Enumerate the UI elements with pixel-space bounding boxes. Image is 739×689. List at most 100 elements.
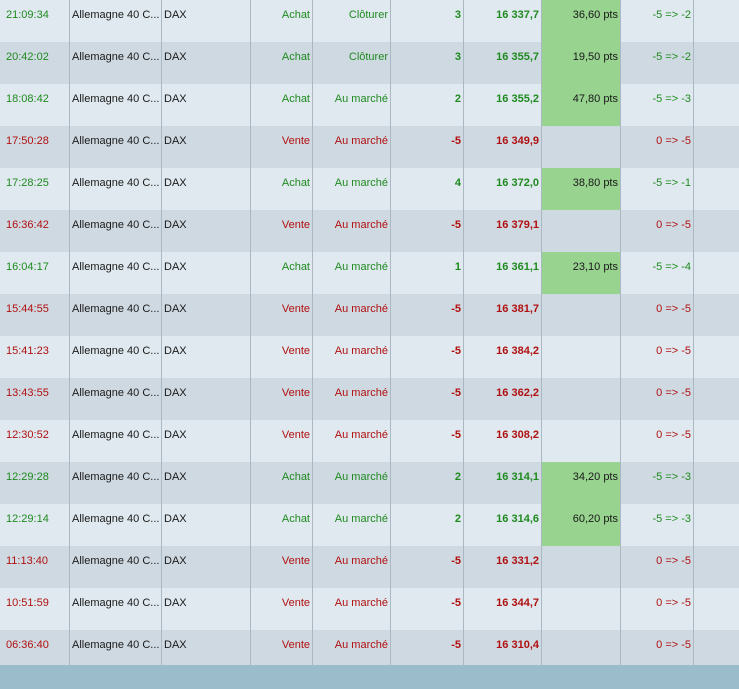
order-type: Clôturer: [313, 42, 391, 84]
order-quantity: 3: [391, 0, 464, 42]
instrument-symbol: DAX: [162, 420, 251, 462]
instrument-symbol: DAX: [162, 546, 251, 588]
instrument-name: Allemagne 40 C...: [70, 168, 162, 210]
table-row[interactable]: 12:29:28 Allemagne 40 C... DAX Achat Au marc…: [0, 462, 739, 504]
order-time: 15:41:23: [0, 336, 70, 378]
row-spacer: [694, 462, 739, 504]
instrument-name: Allemagne 40 C...: [70, 336, 162, 378]
instrument-name: Allemagne 40 C...: [70, 126, 162, 168]
position-change: -5 => -4: [621, 252, 694, 294]
order-time: 12:29:28: [0, 462, 70, 504]
instrument-symbol: DAX: [162, 42, 251, 84]
table-row[interactable]: 11:13:40 Allemagne 40 C... DAX Vente Au marc…: [0, 546, 739, 588]
row-spacer: [694, 126, 739, 168]
order-pnl: [542, 336, 621, 378]
instrument-name: Allemagne 40 C...: [70, 84, 162, 126]
order-type: Au marché: [313, 294, 391, 336]
order-direction: Achat: [251, 168, 313, 210]
table-row[interactable]: 12:30:52 Allemagne 40 C... DAX Vente Au marc…: [0, 420, 739, 462]
row-spacer: [694, 0, 739, 42]
position-change: 0 => -5: [621, 588, 694, 630]
order-quantity: -5: [391, 126, 464, 168]
table-row[interactable]: 16:04:17 Allemagne 40 C... DAX Achat Au marc…: [0, 252, 739, 294]
order-pnl: 23,10 pts: [542, 252, 621, 294]
position-change: 0 => -5: [621, 420, 694, 462]
order-direction: Vente: [251, 420, 313, 462]
order-price: 16 355,2: [464, 84, 542, 126]
instrument-name: Allemagne 40 C...: [70, 588, 162, 630]
order-type: Au marché: [313, 210, 391, 252]
instrument-symbol: DAX: [162, 126, 251, 168]
order-quantity: 2: [391, 462, 464, 504]
order-price: 16 362,2: [464, 378, 542, 420]
position-change: 0 => -5: [621, 336, 694, 378]
order-time: 16:04:17: [0, 252, 70, 294]
order-type: Au marché: [313, 420, 391, 462]
order-pnl: [542, 294, 621, 336]
order-direction: Vente: [251, 126, 313, 168]
order-quantity: -5: [391, 336, 464, 378]
table-row[interactable]: 21:09:34 Allemagne 40 C... DAX Achat Clôture…: [0, 0, 739, 42]
table-row[interactable]: 17:28:25 Allemagne 40 C... DAX Achat Au marc…: [0, 168, 739, 210]
row-spacer: [694, 420, 739, 462]
position-change: -5 => -3: [621, 84, 694, 126]
row-spacer: [694, 546, 739, 588]
table-row[interactable]: 12:29:14 Allemagne 40 C... DAX Achat Au marc…: [0, 504, 739, 546]
table-row[interactable]: 18:08:42 Allemagne 40 C... DAX Achat Au marc…: [0, 84, 739, 126]
row-spacer: [694, 294, 739, 336]
order-price: 16 379,1: [464, 210, 542, 252]
order-direction: Vente: [251, 336, 313, 378]
instrument-name: Allemagne 40 C...: [70, 252, 162, 294]
order-time: 15:44:55: [0, 294, 70, 336]
order-pnl: [542, 546, 621, 588]
order-pnl: 19,50 pts: [542, 42, 621, 84]
instrument-symbol: DAX: [162, 462, 251, 504]
position-change: 0 => -5: [621, 546, 694, 588]
row-spacer: [694, 42, 739, 84]
instrument-name: Allemagne 40 C...: [70, 294, 162, 336]
order-direction: Achat: [251, 252, 313, 294]
order-price: 16 372,0: [464, 168, 542, 210]
instrument-name: Allemagne 40 C...: [70, 210, 162, 252]
instrument-symbol: DAX: [162, 504, 251, 546]
order-quantity: -5: [391, 546, 464, 588]
table-row[interactable]: 15:41:23 Allemagne 40 C... DAX Vente Au marc…: [0, 336, 739, 378]
instrument-symbol: DAX: [162, 588, 251, 630]
row-spacer: [694, 210, 739, 252]
order-quantity: -5: [391, 588, 464, 630]
order-pnl: [542, 420, 621, 462]
position-change: 0 => -5: [621, 378, 694, 420]
order-type: Au marché: [313, 378, 391, 420]
order-time: 11:13:40: [0, 546, 70, 588]
position-change: -5 => -1: [621, 168, 694, 210]
order-type: Au marché: [313, 168, 391, 210]
table-row[interactable]: 16:36:42 Allemagne 40 C... DAX Vente Au marc…: [0, 210, 739, 252]
order-time: 17:28:25: [0, 168, 70, 210]
order-price: 16 331,2: [464, 546, 542, 588]
order-price: 16 337,7: [464, 0, 542, 42]
order-quantity: 3: [391, 42, 464, 84]
instrument-symbol: DAX: [162, 0, 251, 42]
order-time: 12:30:52: [0, 420, 70, 462]
order-quantity: 2: [391, 504, 464, 546]
instrument-name: Allemagne 40 C...: [70, 0, 162, 42]
position-change: -5 => -2: [621, 0, 694, 42]
position-change: 0 => -5: [621, 126, 694, 168]
table-row[interactable]: 13:43:55 Allemagne 40 C... DAX Vente Au marc…: [0, 378, 739, 420]
instrument-name: Allemagne 40 C...: [70, 504, 162, 546]
order-quantity: 1: [391, 252, 464, 294]
order-price: 16 355,7: [464, 42, 542, 84]
order-direction: Achat: [251, 84, 313, 126]
order-price: 16 344,7: [464, 588, 542, 630]
order-price: 16 384,2: [464, 336, 542, 378]
instrument-name: Allemagne 40 C...: [70, 420, 162, 462]
order-pnl: [542, 588, 621, 630]
orders-table: 21:09:34 Allemagne 40 C... DAX Achat Clôture…: [0, 0, 739, 672]
order-pnl: [542, 126, 621, 168]
table-row[interactable]: 15:44:55 Allemagne 40 C... DAX Vente Au marc…: [0, 294, 739, 336]
order-price: 16 381,7: [464, 294, 542, 336]
table-row[interactable]: 10:51:59 Allemagne 40 C... DAX Vente Au marc…: [0, 588, 739, 630]
order-pnl: [542, 210, 621, 252]
table-row[interactable]: 20:42:02 Allemagne 40 C... DAX Achat Clôture…: [0, 42, 739, 84]
table-row[interactable]: 17:50:28 Allemagne 40 C... DAX Vente Au marc…: [0, 126, 739, 168]
